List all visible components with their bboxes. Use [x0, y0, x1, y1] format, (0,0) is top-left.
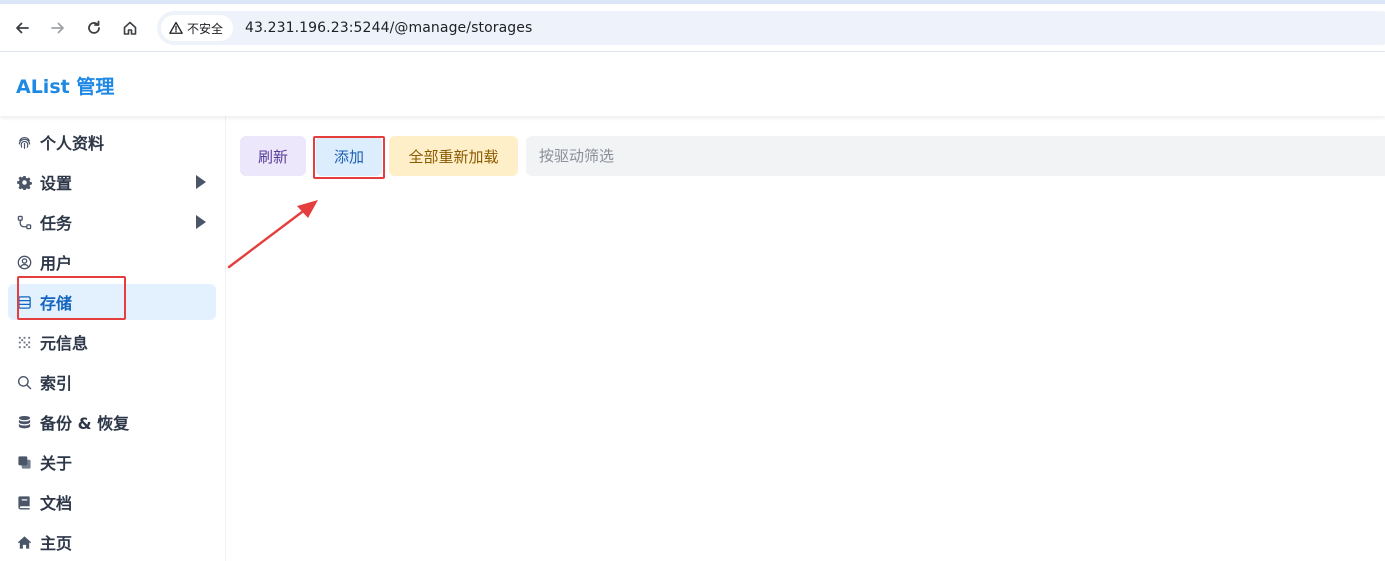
- security-label: 不安全: [187, 21, 224, 36]
- sidebar-item-label: 关于: [40, 454, 73, 473]
- workflow-icon: [16, 214, 32, 230]
- arrow-left-icon: [16, 22, 29, 34]
- sidebar-item-label: 备份 & 恢复: [40, 414, 130, 433]
- sidebar: 个人资料 设置 任务 用户 存储 元信息 索引 备份 & 恢复 关于 文档 主页: [0, 116, 226, 561]
- sidebar-item-about[interactable]: 关于: [8, 444, 216, 480]
- copy-icon: [16, 454, 32, 470]
- home-button[interactable]: [116, 14, 144, 42]
- reload-all-button[interactable]: 全部重新加载: [389, 136, 518, 176]
- database-list-icon: [16, 294, 32, 310]
- sidebar-item-indexes[interactable]: 索引: [8, 364, 216, 400]
- refresh-button[interactable]: 刷新: [240, 136, 306, 176]
- sidebar-item-label: 元信息: [40, 334, 89, 353]
- caret-right-icon: [196, 175, 206, 189]
- sidebar-item-label: 存储: [40, 294, 73, 313]
- sidebar-item-label: 设置: [40, 174, 73, 193]
- caret-right-icon: [196, 215, 206, 229]
- annotation-arrow-icon: [227, 200, 318, 269]
- url-text[interactable]: 43.231.196.23:5244/@manage/storages: [245, 20, 532, 36]
- sidebar-item-settings[interactable]: 设置: [8, 164, 216, 200]
- security-chip[interactable]: 不安全: [161, 15, 234, 41]
- sidebar-item-label: 用户: [40, 254, 73, 273]
- sidebar-item-label: 任务: [40, 214, 73, 233]
- tab-strip: [0, 0, 1385, 4]
- sidebar-item-storages[interactable]: 存储: [8, 284, 216, 320]
- back-button[interactable]: [8, 14, 36, 42]
- gear-icon: [16, 174, 32, 190]
- sidebar-item-backup-restore[interactable]: 备份 & 恢复: [8, 404, 216, 440]
- book-icon: [16, 494, 32, 510]
- sidebar-item-label: 文档: [40, 494, 73, 513]
- browser-toolbar: 不安全 43.231.196.23:5244/@manage/storages: [0, 0, 1385, 52]
- search-icon: [16, 374, 32, 390]
- add-storage-button[interactable]: 添加: [316, 136, 382, 176]
- reload-button[interactable]: [80, 14, 108, 42]
- sidebar-item-tasks[interactable]: 任务: [8, 204, 216, 240]
- sidebar-item-docs[interactable]: 文档: [8, 484, 216, 520]
- sidebar-item-label: 主页: [40, 534, 73, 553]
- sidebar-item-metas[interactable]: 元信息: [8, 324, 216, 360]
- sidebar-item-label: 索引: [40, 374, 73, 393]
- forward-button[interactable]: [44, 14, 72, 42]
- sidebar-item-label: 个人资料: [40, 134, 105, 153]
- sidebar-item-users[interactable]: 用户: [8, 244, 216, 280]
- app-header: AList 管理: [0, 52, 1385, 116]
- home-icon: [16, 534, 32, 550]
- arrow-right-icon: [51, 22, 64, 34]
- fingerprint-icon: [16, 134, 32, 150]
- user-circle-icon: [16, 254, 32, 270]
- address-bar[interactable]: 不安全 43.231.196.23:5244/@manage/storages: [157, 11, 1385, 45]
- reload-icon: [88, 20, 100, 34]
- sidebar-item-home[interactable]: 主页: [8, 524, 216, 560]
- sidebar-item-profile[interactable]: 个人资料: [8, 124, 216, 160]
- warning-triangle-icon: [169, 21, 183, 34]
- home-outline-icon: [123, 21, 137, 35]
- driver-filter-input[interactable]: [526, 136, 1385, 176]
- database-icon: [16, 414, 32, 430]
- app-title[interactable]: AList 管理: [16, 72, 114, 99]
- grid-icon: [16, 334, 32, 350]
